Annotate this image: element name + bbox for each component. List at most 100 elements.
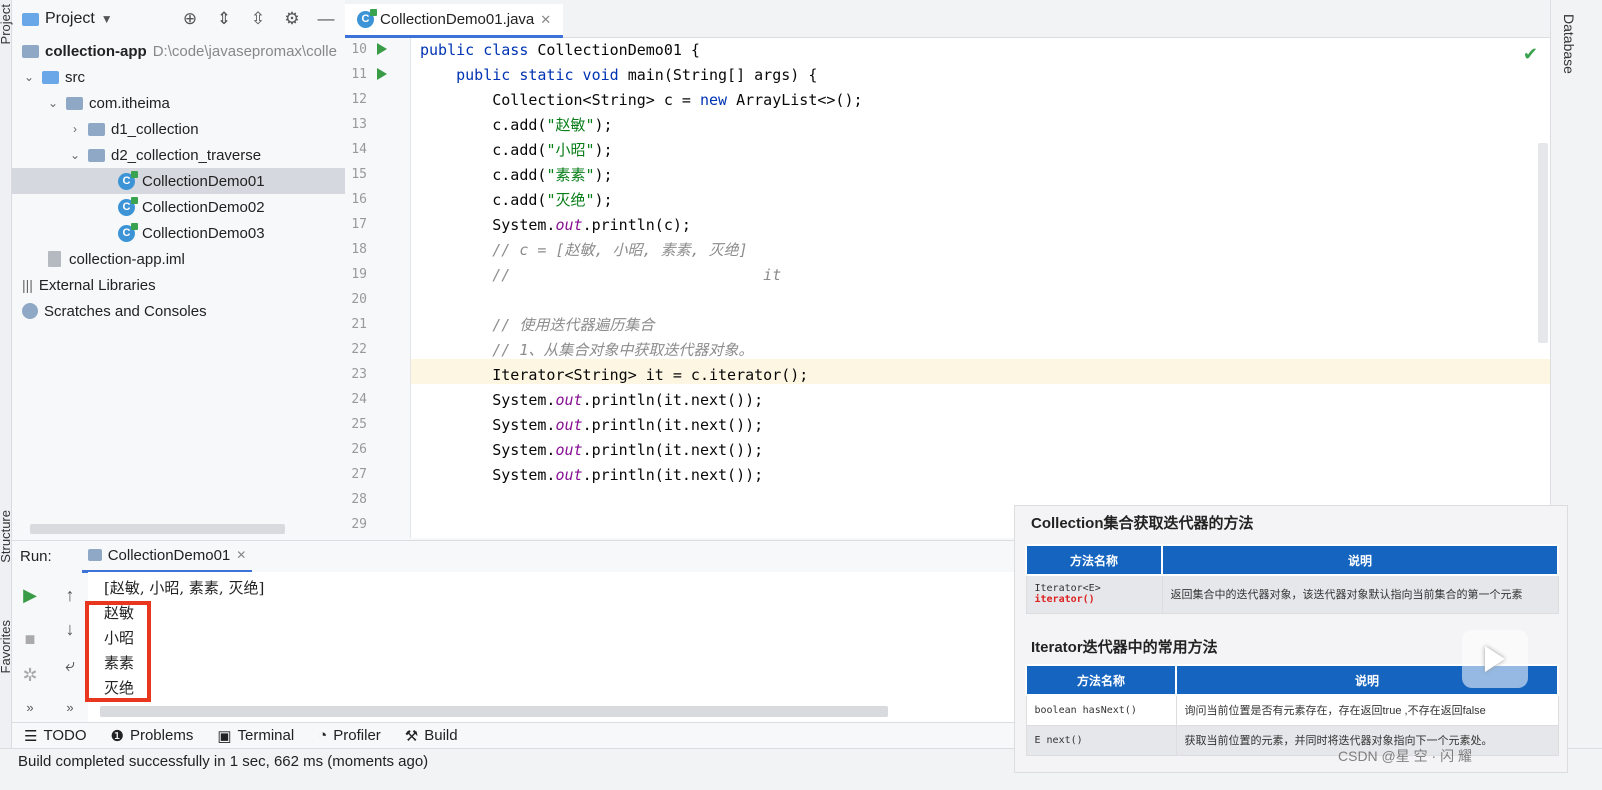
tree-item-d2-collection-traverse[interactable]: ⌄ d2_collection_traverse	[12, 142, 345, 168]
line-number: 11	[351, 67, 367, 82]
code-line: System.out.println(it.next());	[420, 466, 764, 484]
package-icon	[66, 96, 83, 110]
line-number: 12	[351, 92, 367, 107]
arrow-down-icon[interactable]: ↓	[52, 614, 88, 644]
terminal-tab[interactable]: ▣ Terminal	[217, 727, 294, 745]
problems-tab[interactable]: ❶ Problems	[111, 727, 194, 745]
line-number: 18	[351, 242, 367, 257]
line-number: 10	[351, 42, 367, 57]
line-number: 25	[351, 417, 367, 432]
inspection-ok-icon[interactable]: ✔	[1523, 44, 1538, 65]
debug-icon[interactable]: ✲	[12, 660, 48, 690]
more-icon[interactable]: »	[12, 692, 48, 722]
line-number: 19	[351, 267, 367, 282]
code-line: Collection<String> c = new ArrayList<>()…	[420, 91, 863, 109]
stop-icon[interactable]: ■	[12, 624, 48, 654]
line-number: 29	[351, 517, 367, 532]
code-line: System.out.println(it.next());	[420, 441, 764, 459]
line-number-gutter: 10 11 12 13 14 15 16 17 18 19 20 21 22 2…	[345, 38, 411, 538]
gear-icon[interactable]: ⚙	[281, 8, 303, 30]
slide-title-1: Collection集合获取迭代器的方法	[1031, 515, 1254, 532]
line-number: 15	[351, 167, 367, 182]
line-number: 16	[351, 192, 367, 207]
tree-item-collectiondemo02[interactable]: C CollectionDemo02	[12, 194, 345, 220]
project-horizontal-scrollbar[interactable]	[30, 524, 285, 534]
expand-all-icon[interactable]: ⇕	[213, 8, 235, 30]
tree-item-collectiondemo03[interactable]: C CollectionDemo03	[12, 220, 345, 246]
arrow-up-icon[interactable]: ↑	[52, 580, 88, 610]
editor-tab-bar: C CollectionDemo01.java ✕	[345, 0, 1550, 38]
line-number: 14	[351, 142, 367, 157]
module-folder-icon	[22, 44, 39, 58]
hide-panel-icon[interactable]: —	[315, 8, 337, 30]
line-number: 28	[351, 492, 367, 507]
code-line: // 使用迭代器遍历集合	[492, 316, 655, 334]
table-header: 方法名称	[1025, 664, 1177, 696]
tree-item-com-itheima[interactable]: ⌄ com.itheima	[12, 90, 345, 116]
rerun-icon[interactable]: ▶	[12, 580, 48, 610]
slide-table-1: 方法名称 说明 Iterator<E> iterator() 返回集合中的迭代器…	[1025, 544, 1559, 614]
profiler-tab[interactable]: ◔ Profiler	[318, 727, 381, 744]
console-output[interactable]: [赵敏, 小昭, 素素, 灭绝] 赵敏 小昭 素素 灭绝	[88, 572, 1018, 722]
todo-tab[interactable]: ☰ TODO	[24, 727, 87, 745]
code-line: c.add("灭绝");	[420, 191, 613, 209]
video-play-button[interactable]	[1462, 630, 1528, 688]
run-class-icon[interactable]	[377, 43, 387, 55]
tree-item-scratches[interactable]: Scratches and Consoles	[12, 298, 345, 324]
list-icon: ☰	[24, 727, 38, 745]
collapse-all-icon[interactable]: ⇳	[247, 8, 269, 30]
project-view-selector[interactable]: Project ▼	[22, 10, 113, 28]
run-label: Run:	[20, 548, 52, 565]
code-line: // 1、从集合对象中获取迭代器对象。	[492, 341, 754, 359]
table-header: 说明	[1161, 544, 1559, 576]
hammer-icon: ⚒	[404, 727, 419, 745]
code-line: c.add("小昭");	[420, 141, 613, 159]
tree-item-d1-collection[interactable]: › d1_collection	[12, 116, 345, 142]
close-icon[interactable]: ✕	[540, 12, 551, 28]
run-tab-collectiondemo01[interactable]: CollectionDemo01 ✕	[81, 541, 253, 573]
line-number: 17	[351, 217, 367, 232]
tree-item-collectiondemo01[interactable]: C CollectionDemo01	[12, 168, 345, 194]
soft-wrap-icon[interactable]: ⤶	[52, 650, 88, 680]
chevron-down-icon[interactable]: ⌄	[46, 96, 60, 110]
code-line: // c = [赵敏, 小昭, 素素, 灭绝]	[492, 241, 748, 259]
tree-item-external-libraries[interactable]: ||| External Libraries	[12, 272, 345, 298]
run-main-icon[interactable]	[377, 68, 387, 80]
editor-vertical-scrollbar[interactable]	[1538, 143, 1548, 343]
line-number: 20	[351, 292, 367, 307]
bottom-tool-tabs: ☰ TODO ❶ Problems ▣ Terminal ◔ Profiler ⚒ Bui…	[12, 722, 1022, 748]
slide-title-2: Iterator迭代器中的常用方法	[1031, 639, 1218, 656]
project-tree: collection-app D:\code\javasepromax\coll…	[12, 38, 345, 528]
chevron-down-icon[interactable]: ⌄	[68, 148, 82, 162]
watermark: CSDN @星 空 · 闪 耀	[1338, 748, 1472, 764]
chevron-right-icon[interactable]: ›	[68, 122, 82, 136]
run-toolbar-primary: ▶ ■ ✲ »	[12, 572, 52, 720]
close-icon[interactable]: ✕	[236, 548, 246, 562]
code-line: System.out.println(it.next());	[420, 416, 764, 434]
tab-collectiondemo01-java[interactable]: C CollectionDemo01.java ✕	[345, 4, 564, 38]
table-row: boolean hasNext() 询问当前位置是否有元素存在，存在返回true…	[1025, 694, 1559, 726]
tree-item-collection-app[interactable]: collection-app D:\code\javasepromax\coll…	[12, 38, 345, 64]
run-config-icon	[87, 549, 102, 561]
locate-icon[interactable]: ⊕	[179, 8, 201, 30]
line-number: 21	[351, 317, 367, 332]
code-editor[interactable]: 10 11 12 13 14 15 16 17 18 19 20 21 22 2…	[345, 38, 1550, 538]
code-line: // it	[492, 266, 782, 284]
left-tool-strip: Project Structure Favorites	[0, 0, 13, 790]
database-tool-tab[interactable]: Database	[1561, 14, 1577, 74]
table-row: E next() 获取当前位置的元素，并同时将迭代器对象指向下一个元素处。	[1025, 724, 1559, 756]
code-line: c.add("素素");	[420, 166, 613, 184]
java-class-icon: C	[118, 196, 138, 216]
more-icon[interactable]: »	[52, 692, 88, 722]
build-tab[interactable]: ⚒ Build	[405, 727, 458, 745]
tree-item-iml-file[interactable]: collection-app.iml	[12, 246, 345, 272]
java-class-icon: C	[118, 222, 138, 242]
package-icon	[88, 122, 105, 136]
profiler-icon: ◔	[318, 727, 328, 744]
console-horizontal-scrollbar[interactable]	[100, 706, 888, 717]
line-number: 24	[351, 392, 367, 407]
iml-file-icon	[48, 251, 61, 267]
tree-item-src[interactable]: ⌄ src	[12, 64, 345, 90]
chevron-down-icon[interactable]: ⌄	[22, 70, 36, 84]
project-title: Project	[45, 10, 95, 27]
